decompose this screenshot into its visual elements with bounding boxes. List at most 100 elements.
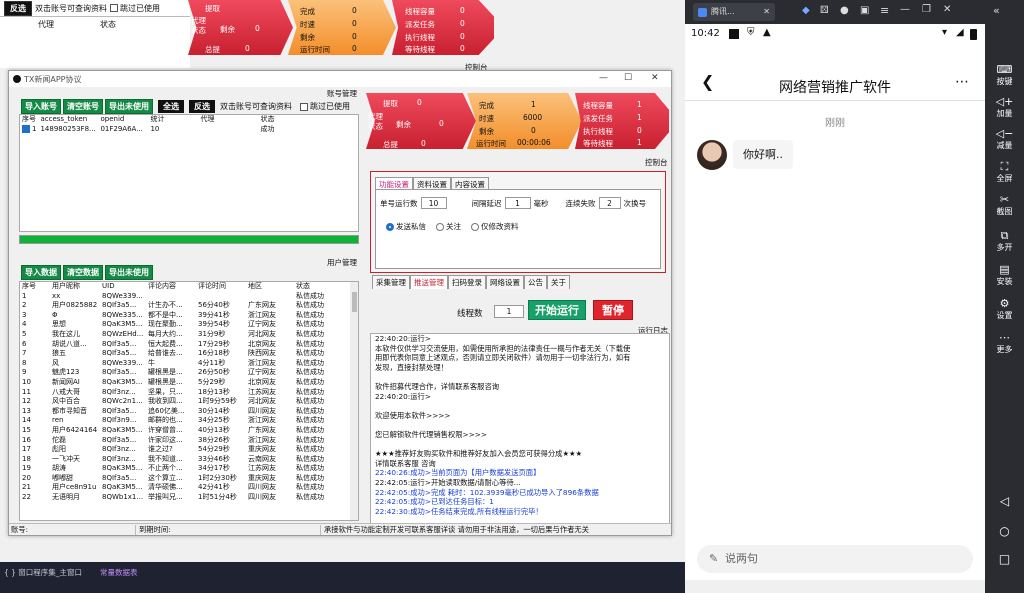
sidebar-item-keys[interactable]: ⌨ 按键	[985, 64, 1024, 87]
table-row[interactable]: 16 佗磊 8QIf3a5... 许家印这... 38分26秒 浙江网友 私信成功	[20, 436, 344, 446]
sidebar-item-settings[interactable]: ⚙ 设置	[985, 298, 1024, 321]
start-button[interactable]: 开始运行	[528, 300, 586, 320]
tab-about[interactable]: 关于	[547, 275, 570, 289]
table-row[interactable]: 8 风 8QWe339... 牛 4分11秒 浙江网友 私信成功	[20, 359, 344, 369]
table-row[interactable]: 20 嘟嘟甜 8QIf3a5... 这个算立... 1时2分30秒 重庆网友 私信成功	[20, 474, 344, 484]
nav-recents-icon[interactable]: □	[985, 552, 1024, 566]
menu-icon[interactable]: ≡	[880, 4, 889, 17]
table-row[interactable]: 6 胡说八道... 8QIf3a5... 恒大起费... 17分29秒 北京网友 私信成功	[20, 340, 344, 350]
bg-fetch-label: 提取	[205, 4, 220, 13]
sidebar-item-more[interactable]: ⋯ 更多	[985, 332, 1024, 355]
table-row[interactable]: 11 八戒大哥 8QIf3nz... 坚果，只... 18分13秒 江苏网友 私信成功	[20, 388, 344, 398]
user-cell: 17	[22, 445, 31, 454]
taskbar-main-window[interactable]: { } 窗口程序集_主窗口	[4, 567, 82, 578]
table-row[interactable]: 19 胡涛 8QaK3M5... 不止两个... 34分17秒 江苏网友 私信成功	[20, 464, 344, 474]
fullscreen-icon: ⛶	[1000, 160, 1009, 173]
radio-follow[interactable]: 关注	[436, 221, 461, 232]
table-row[interactable]: 9 魅虎123 8QIf3a5... 罐根黑是... 26分50秒 辽宁网友 私信成功	[20, 368, 344, 378]
taskbar-const-table[interactable]: 常量数据表	[100, 567, 138, 578]
table-row[interactable]: 4 思想 8QaK3M5... 现在聚勤... 39分54秒 辽宁网友 私信成功	[20, 320, 344, 330]
table-row[interactable]: 22 无语明月 8QWb1x1... 举报叫兄... 1时51分4秒 四川网友 私信成功	[20, 493, 344, 503]
table-row[interactable]: 21 用户ce8n91u 8QaK3M5... 清华硕佛... 42分41秒 四川网友 私信…	[20, 483, 344, 493]
nav-home-icon[interactable]: ○	[985, 524, 1024, 538]
sidebar-item-screenshot[interactable]: ✂ 截图	[985, 194, 1024, 217]
interval-label: 间隔延迟	[471, 198, 502, 208]
log-line: 发现，直接封禁处理！	[375, 362, 448, 372]
bg-wait-label: 等待线程	[405, 45, 435, 54]
record-icon[interactable]: ▣	[860, 5, 869, 16]
row-checkbox[interactable]	[22, 124, 30, 133]
avatar[interactable]	[697, 140, 727, 170]
tab-notice[interactable]: 公告	[524, 275, 547, 289]
close-emulator-icon[interactable]: ✕	[943, 4, 951, 15]
dbl-click-hint: 双击账号可查询资料	[220, 102, 292, 111]
interval-input[interactable]: 1	[504, 197, 531, 209]
emulator-tab[interactable]: 腾讯... ✕	[693, 3, 775, 21]
collapse-icon[interactable]: «	[993, 4, 1000, 17]
sidebar-item-install[interactable]: ▤ 安装	[985, 264, 1024, 287]
pen-icon: ✎	[709, 552, 719, 565]
table-row[interactable]: 7 狼五 8QIf3a5... 给普谁去... 16分18秒 陕西网友 私信成功	[20, 349, 344, 359]
export-unused-button[interactable]: 导出未使用	[105, 99, 153, 114]
bg-runtime-value: 0	[352, 44, 357, 53]
pause-button[interactable]: 暂停	[593, 300, 633, 320]
multi-window-icon[interactable]: ◆	[802, 5, 810, 16]
comment-input[interactable]: ✎ 说两句	[697, 545, 973, 573]
user-cell: 11	[22, 387, 31, 396]
table-row[interactable]: 17 彪阳 8QIf3nz... 谁之过? 54分29秒 重庆网友 私信成功	[20, 445, 344, 455]
gamepad-icon[interactable]: ⚄	[820, 5, 829, 16]
user-cell: 八戒大哥	[52, 387, 80, 396]
clear-account-button[interactable]: 清空账号	[63, 99, 103, 114]
user-cell: 1	[22, 291, 27, 300]
maximize-icon[interactable]: ☐	[624, 73, 632, 83]
bg-speed-value: 0	[352, 19, 357, 28]
bg-invert-button[interactable]: 反选	[4, 0, 32, 16]
fail-input[interactable]: 2	[598, 197, 621, 209]
table-row[interactable]: 15 用户6424164 8QaK3M5... 许穿僧曾... 40分13秒 广东网友 私信…	[20, 426, 344, 436]
table-row[interactable]: 13 都市寻知音 8QIf3a5... 追60亿美... 30分14秒 四川网友 私信成功	[20, 407, 344, 417]
import-data-button[interactable]: 导入数据	[21, 265, 61, 280]
settings-row: 单号运行数 10 间隔延迟 1 毫秒 连续失败 2 次换号	[380, 197, 646, 209]
table-row[interactable]: 10 新闻网AI 8QaK3M5... 罐根黑是... 5分29秒 北京网友 私信成功	[20, 378, 344, 388]
tab-network[interactable]: 网络设置	[486, 275, 524, 289]
select-all-button[interactable]: 全选	[158, 100, 184, 113]
clear-data-button[interactable]: 清空数据	[63, 265, 103, 280]
table-row[interactable]: 3 Φ 8QWe335... 都不是中... 39分41秒 浙江网友 私信成功	[20, 311, 344, 321]
bg-skip-used[interactable]: 跳过已使用	[110, 3, 160, 14]
user-cell: 8QaK3M5...	[102, 483, 143, 492]
table-row[interactable]: 18 一飞冲天 8QIf3nz... 我不知道... 33分46秒 云南网友 私信成功	[20, 455, 344, 465]
user-grid-scrollbar[interactable]	[350, 282, 358, 520]
radio-send-message[interactable]: 发送私信	[386, 221, 426, 232]
minimize-icon[interactable]: —	[599, 73, 608, 83]
import-account-button[interactable]: 导入账号	[21, 99, 61, 114]
tab-close-icon[interactable]: ✕	[763, 3, 770, 21]
message-bubble[interactable]: 你好啊..	[733, 140, 793, 169]
user-cell: 8QWe339...	[102, 291, 143, 300]
sidebar-item-multi[interactable]: ⧉ 多开	[985, 230, 1024, 253]
restore-emulator-icon[interactable]: ❐	[922, 4, 931, 15]
account-icon[interactable]: ●	[840, 5, 849, 16]
export-data-button[interactable]: 导出未使用	[105, 265, 153, 280]
sidebar-item-fullscreen[interactable]: ⛶ 全屏	[985, 161, 1024, 184]
close-icon[interactable]: ✕	[651, 73, 659, 83]
nav-back-icon[interactable]: ◁	[985, 494, 1024, 508]
tab-collect[interactable]: 采集管理	[372, 275, 410, 289]
radio-modify-profile[interactable]: 仅修改资料	[471, 221, 519, 232]
minimize-emulator-icon[interactable]: —	[900, 4, 910, 15]
tab-push[interactable]: 推送管理	[410, 275, 448, 289]
thread-count-input[interactable]: 1	[494, 305, 524, 318]
single-run-input[interactable]: 10	[420, 197, 447, 209]
acct-cell: 成功	[260, 124, 275, 133]
table-row[interactable]: 14 ren 8QIf3n9... 邮群的也... 34分25秒 浙江网友 私信成功	[20, 416, 344, 426]
skip-used-checkbox[interactable]: 跳过已使用	[300, 101, 350, 112]
table-row[interactable]: 2 用户0825882 8QIf3a5... 计生办不... 56分40秒 广东网友 私信成…	[20, 301, 344, 311]
sidebar-item-volume-up[interactable]: ◁+ 加量	[985, 96, 1024, 119]
more-options-icon[interactable]: ⋯	[955, 74, 969, 90]
table-row[interactable]: 12 风中百合 8QWc2n1... 我收到四... 1时9分59秒 河北网友 私信成功	[20, 397, 344, 407]
tab-qr-login[interactable]: 扫码登录	[448, 275, 486, 289]
table-row[interactable]: 1 148980253F8... 01F29A6A... 10 成功	[20, 124, 298, 135]
invert-button[interactable]: 反选	[189, 100, 215, 113]
table-row[interactable]: 5 我在这儿 8QWzEHd... 每月大约... 31分9秒 河北网友 私信成功	[20, 330, 344, 340]
sidebar-item-volume-down[interactable]: ◁− 减量	[985, 128, 1024, 151]
table-row[interactable]: 1 xx 8QWe339... 私信成功	[20, 292, 344, 302]
